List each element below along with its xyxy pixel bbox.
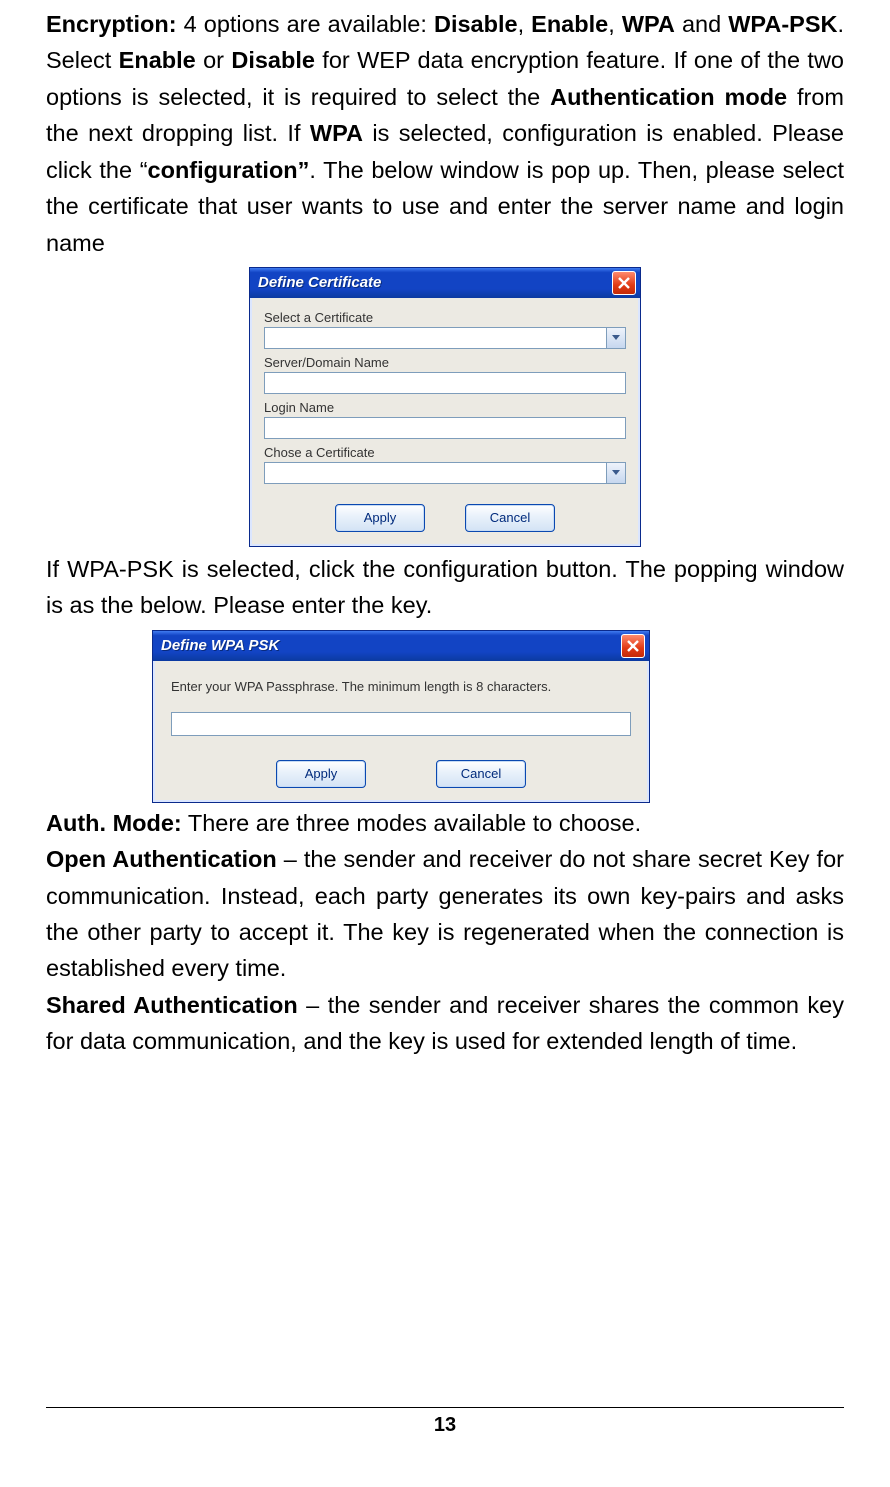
- text: 4 options are available:: [177, 11, 434, 37]
- dialog-title: Define WPA PSK: [161, 637, 279, 654]
- dialog-button-row: Apply Cancel: [171, 760, 631, 788]
- text-bold: Enable: [531, 11, 608, 37]
- text-bold: Encryption:: [46, 11, 177, 37]
- apply-button[interactable]: Apply: [335, 504, 425, 532]
- select-certificate-combo[interactable]: [264, 327, 626, 349]
- close-button[interactable]: [612, 271, 636, 295]
- server-domain-input[interactable]: [264, 372, 626, 394]
- cancel-button[interactable]: Cancel: [436, 760, 526, 788]
- label-select-certificate: Select a Certificate: [264, 310, 626, 325]
- login-name-input[interactable]: [264, 417, 626, 439]
- footer-rule: [46, 1407, 844, 1408]
- text-bold: Disable: [231, 47, 315, 73]
- combo-input[interactable]: [264, 327, 606, 349]
- text-bold: configuration”: [148, 157, 310, 183]
- dialog-body: Select a Certificate Server/Domain Name …: [250, 298, 640, 546]
- chevron-down-icon: [612, 470, 620, 475]
- dialog-title: Define Certificate: [258, 274, 381, 291]
- close-icon: [618, 277, 630, 289]
- passphrase-input[interactable]: [171, 712, 631, 736]
- passphrase-hint: Enter your WPA Passphrase. The minimum l…: [171, 679, 631, 694]
- text: ,: [608, 11, 622, 37]
- define-wpa-psk-dialog: Define WPA PSK Enter your WPA Passphrase…: [152, 630, 650, 803]
- chose-certificate-combo[interactable]: [264, 462, 626, 484]
- text-bold: Disable: [434, 11, 518, 37]
- chevron-down-icon: [612, 335, 620, 340]
- page-number: 13: [46, 1414, 844, 1437]
- paragraph-open-auth: Open Authentication – the sender and rec…: [46, 841, 844, 987]
- combo-input[interactable]: [264, 462, 606, 484]
- text-bold: Open Authentication: [46, 846, 277, 872]
- text-bold: Authentication mode: [550, 84, 787, 110]
- paragraph-shared-auth: Shared Authentication – the sender and r…: [46, 987, 844, 1060]
- text-bold: Auth. Mode:: [46, 810, 182, 836]
- text: ,: [518, 11, 532, 37]
- text: or: [196, 47, 232, 73]
- combo-button[interactable]: [606, 462, 626, 484]
- text-bold: WPA: [622, 11, 675, 37]
- combo-button[interactable]: [606, 327, 626, 349]
- text-bold: Enable: [119, 47, 196, 73]
- page-footer: 13: [46, 1407, 844, 1437]
- text: There are three modes available to choos…: [182, 810, 641, 836]
- text-bold: WPA: [310, 120, 363, 146]
- document-page: Encryption: 4 options are available: Dis…: [0, 0, 890, 1487]
- dialog-button-row: Apply Cancel: [264, 504, 626, 532]
- close-button[interactable]: [621, 634, 645, 658]
- close-icon: [627, 640, 639, 652]
- dialog-titlebar[interactable]: Define Certificate: [250, 268, 640, 298]
- label-server-domain: Server/Domain Name: [264, 355, 626, 370]
- apply-button[interactable]: Apply: [276, 760, 366, 788]
- paragraph-encryption: Encryption: 4 options are available: Dis…: [46, 6, 844, 261]
- text-bold: WPA-PSK: [728, 11, 837, 37]
- dialog-body: Enter your WPA Passphrase. The minimum l…: [153, 661, 649, 802]
- label-chose-certificate: Chose a Certificate: [264, 445, 626, 460]
- dialog-titlebar[interactable]: Define WPA PSK: [153, 631, 649, 661]
- label-login-name: Login Name: [264, 400, 626, 415]
- text: and: [675, 11, 728, 37]
- paragraph-auth-mode: Auth. Mode: There are three modes availa…: [46, 805, 844, 841]
- cancel-button[interactable]: Cancel: [465, 504, 555, 532]
- define-certificate-dialog: Define Certificate Select a Certificate …: [249, 267, 641, 547]
- text-bold: Shared Authentication: [46, 992, 298, 1018]
- paragraph-wpa-psk: If WPA-PSK is selected, click the config…: [46, 551, 844, 624]
